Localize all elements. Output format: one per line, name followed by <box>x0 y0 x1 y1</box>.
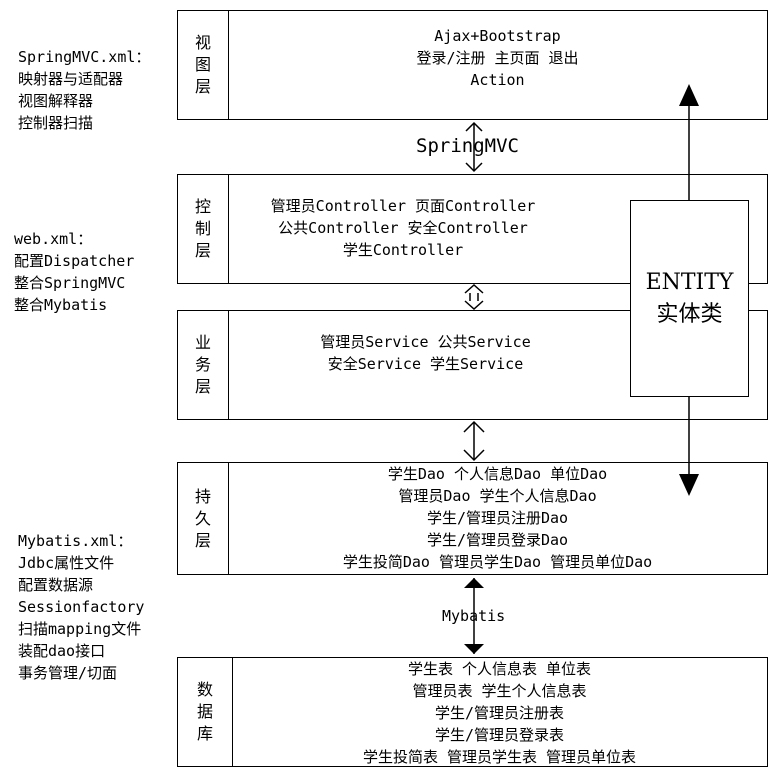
arrowhead-down-icon <box>464 644 484 654</box>
entity-title: ENTITY <box>645 269 734 295</box>
double-arrow-control-service <box>464 283 484 311</box>
double-arrow-view-control <box>465 121 483 173</box>
entity-up-arrowhead-icon <box>679 84 699 106</box>
arrowhead-up-icon <box>464 578 484 588</box>
entity-subtitle: 实体类 <box>656 301 723 327</box>
entity-down-arrowhead-icon <box>679 474 699 496</box>
entity-box: ENTITY 实体类 <box>630 200 749 397</box>
double-arrow-service-persistence <box>463 420 485 462</box>
